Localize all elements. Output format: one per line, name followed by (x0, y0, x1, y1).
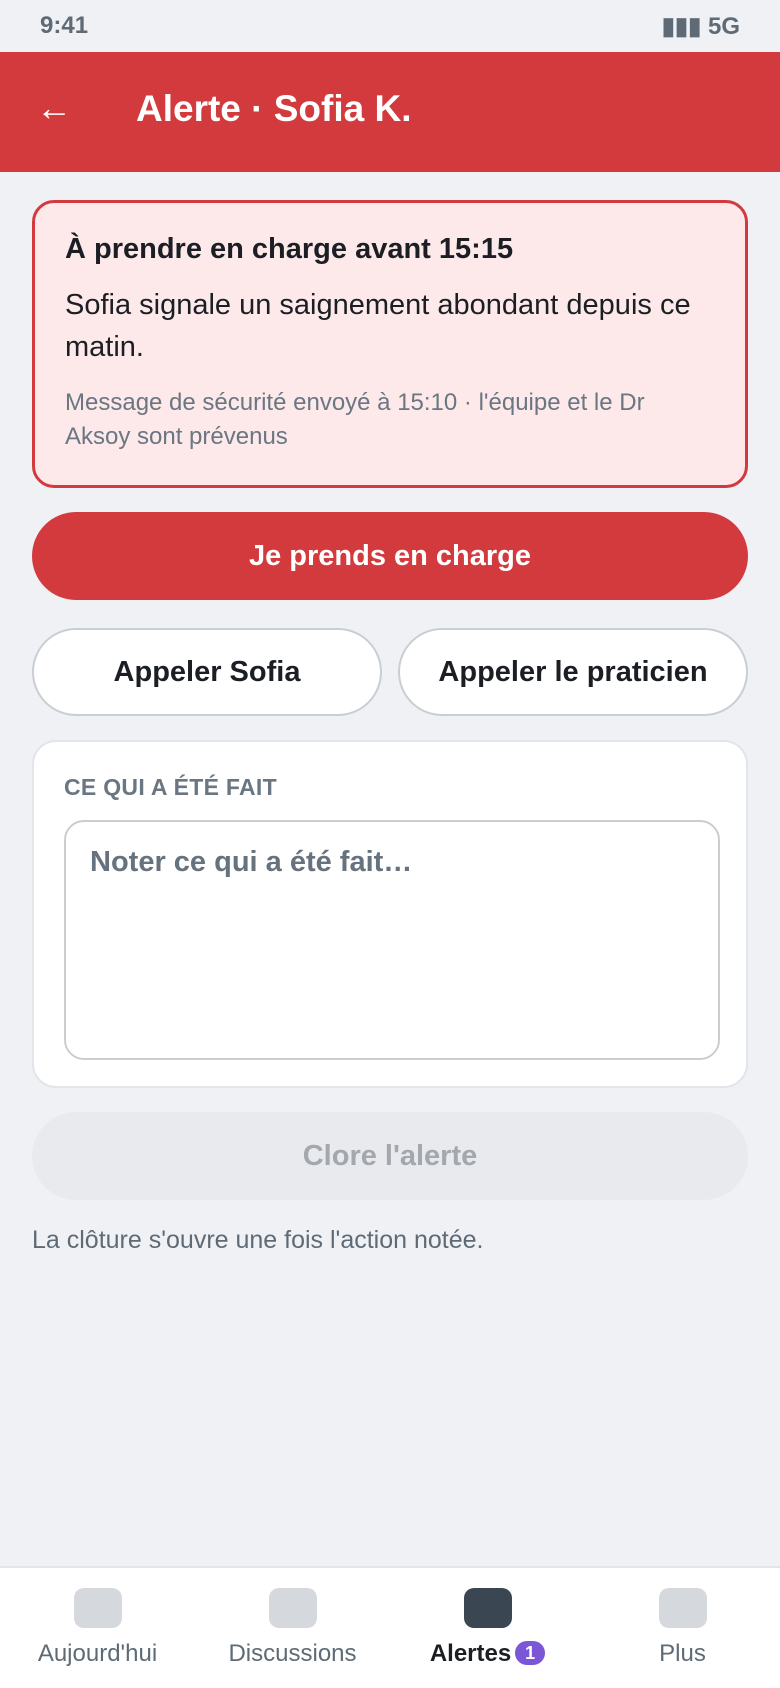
tab-label: Aujourd'hui (37, 1640, 158, 1667)
take-charge-button[interactable]: Je prends en charge (32, 512, 748, 600)
tab-label-text: Alertes (429, 1640, 512, 1667)
close-alert-button: Clore l'alerte (32, 1112, 748, 1200)
tab-today[interactable]: Aujourd'hui (0, 1568, 195, 1688)
call-doctor-button[interactable]: Appeler le praticien (398, 628, 748, 716)
notes-card: CE QUI A ÉTÉ FAIT (32, 740, 748, 1088)
app-header: ← Alerte · Sofia K. (0, 52, 780, 172)
alert-note: Message de sécurité envoyé à 15:10 · l'é… (65, 389, 645, 450)
alert-message: Sofia signale un saignement abondant dep… (65, 289, 691, 363)
tab-more[interactable]: Plus (585, 1568, 780, 1688)
call-patient-button[interactable]: Appeler Sofia (32, 628, 382, 716)
tab-label-active: Alertes 1 (390, 1640, 585, 1668)
today-icon (74, 1588, 122, 1628)
status-time: 9:41 (40, 12, 89, 39)
alert-icon (464, 1588, 512, 1628)
page-title: Alerte · Sofia K. (136, 88, 412, 129)
status-bar: 9:41 ▮▮▮ 5G (0, 0, 780, 52)
notes-label: CE QUI A ÉTÉ FAIT (64, 774, 277, 800)
alert-deadline: À prendre en charge avant 15:15 (65, 233, 514, 265)
back-arrow-icon[interactable]: ← (32, 90, 76, 134)
chat-icon (269, 1588, 317, 1628)
tab-label: Plus (659, 1640, 706, 1667)
tab-alerts[interactable]: Alertes 1 (390, 1568, 585, 1688)
tab-bar: Aujourd'hui Discussions Alertes 1 Plus (0, 1566, 780, 1688)
tab-label: Discussions (228, 1640, 357, 1667)
alert-card: À prendre en charge avant 15:15 Sofia si… (32, 200, 748, 488)
more-icon (659, 1588, 707, 1628)
tab-discussions[interactable]: Discussions (195, 1568, 390, 1688)
notes-input[interactable] (64, 820, 720, 1060)
signal-icon: ▮▮▮ 5G (661, 13, 740, 40)
alerts-count-badge: 1 (515, 1641, 546, 1665)
close-helper-text: La clôture s'ouvre une fois l'action not… (32, 1226, 484, 1254)
